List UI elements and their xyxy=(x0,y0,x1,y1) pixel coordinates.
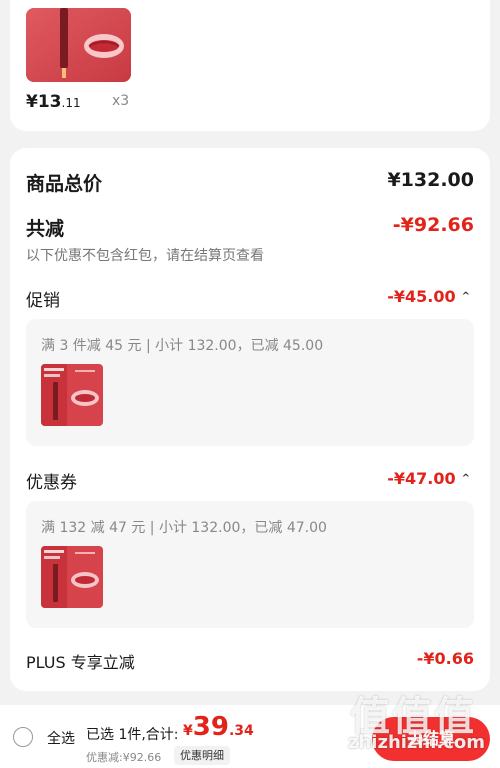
checkout-button[interactable]: 去结算 xyxy=(372,717,490,761)
total-reduce-amount: -¥92.66 xyxy=(392,214,474,236)
plus-discount-label: PLUS 专享立减 xyxy=(26,653,135,672)
chevron-up-icon: ^ xyxy=(461,291,470,302)
coupon-amount[interactable]: -¥47.00 ^ xyxy=(387,469,470,488)
product-thumbnail[interactable] xyxy=(41,364,103,426)
promotion-rule: 满 3 件减 45 元 | 小计 132.00，已减 45.00 xyxy=(41,338,324,354)
total-price-amount: ¥132.00 xyxy=(387,169,474,191)
total-price-label: 商品总价 xyxy=(26,173,103,195)
coupon-rule: 满 132 减 47 元 | 小计 132.00，已减 47.00 xyxy=(41,520,327,536)
coupon-box: 满 132 减 47 元 | 小计 132.00，已减 47.00 xyxy=(26,501,474,628)
plus-discount-amount: -¥0.66 xyxy=(416,649,474,668)
product-thumbnail[interactable] xyxy=(41,546,103,608)
item-price: ¥13.11 xyxy=(26,92,81,112)
select-all-radio[interactable] xyxy=(13,727,33,747)
discount-detail-button[interactable]: 优惠明细 xyxy=(174,746,230,765)
discount-note: 以下优惠不包含红包，请在结算页查看 xyxy=(26,248,264,264)
coupon-label: 优惠券 xyxy=(26,473,77,493)
promotion-box: 满 3 件减 45 元 | 小计 132.00，已减 45.00 xyxy=(26,319,474,446)
promotion-label: 促销 xyxy=(26,291,60,311)
promotion-amount[interactable]: -¥45.00 ^ xyxy=(387,287,470,306)
item-quantity: x3 xyxy=(112,93,130,109)
discount-detail-card: 商品总价 ¥132.00 共减 -¥92.66 以下优惠不包含红包，请在结算页查… xyxy=(10,148,490,691)
total-reduce-label: 共减 xyxy=(26,218,65,240)
discount-summary: 优惠减:¥92.66 xyxy=(86,751,162,764)
checkout-bar: 全选 已选 1件,合计: ¥39.34 优惠减:¥92.66 优惠明细 去结算 xyxy=(0,705,500,768)
total-payable: ¥39.34 xyxy=(183,712,254,742)
selected-summary: 已选 1件,合计: xyxy=(86,727,179,743)
product-thumbnail[interactable] xyxy=(26,8,131,82)
cart-item-card: ¥13.11 x3 xyxy=(10,0,490,131)
select-all-label[interactable]: 全选 xyxy=(47,728,75,748)
chevron-up-icon: ^ xyxy=(461,473,470,484)
